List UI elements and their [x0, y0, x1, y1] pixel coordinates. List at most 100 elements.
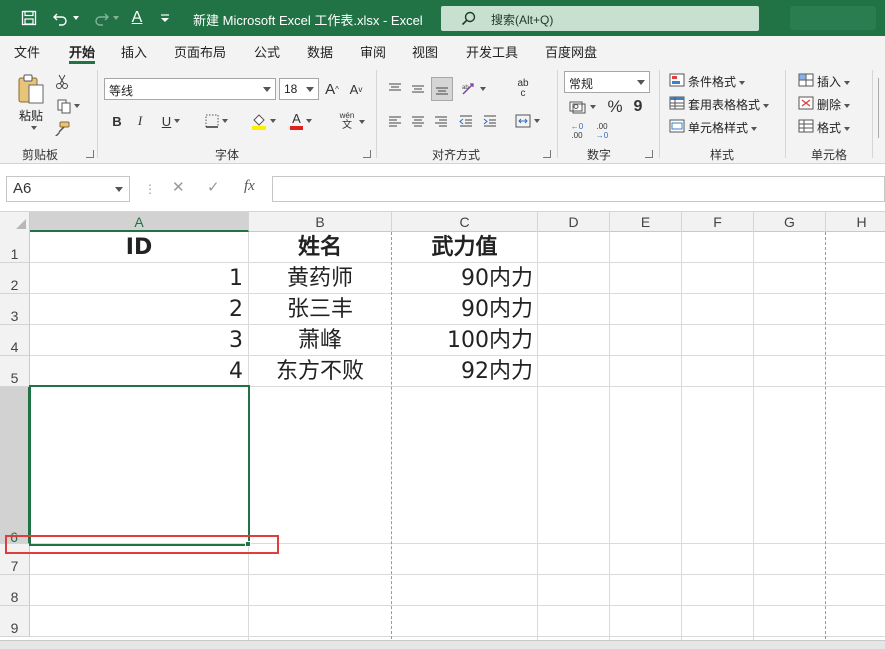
font-launcher-icon[interactable]	[363, 150, 371, 158]
font-color-icon[interactable]: A	[284, 110, 318, 132]
active-cell-selection[interactable]	[29, 385, 250, 546]
cell-b2[interactable]: 黄药师	[249, 263, 391, 294]
cell-c3[interactable]: 90内力	[392, 294, 533, 325]
redo-icon[interactable]	[88, 8, 122, 28]
tab-home[interactable]: 开始	[69, 42, 95, 61]
delete-cells-icon[interactable]	[797, 94, 815, 112]
align-left-icon[interactable]	[385, 110, 405, 132]
cell-c1[interactable]: 武力值	[392, 232, 537, 263]
percent-style-button[interactable]: %	[604, 96, 626, 118]
account-area[interactable]	[790, 6, 876, 30]
cell-c4[interactable]: 100内力	[392, 325, 533, 356]
confirm-edit-icon[interactable]: ✓	[207, 178, 220, 196]
grow-font-icon[interactable]: A ^	[322, 78, 342, 100]
delete-cells-button[interactable]: 删除	[817, 96, 851, 113]
column-header-c[interactable]: C	[392, 212, 538, 232]
cell-a3[interactable]: 2	[30, 294, 243, 325]
bold-button[interactable]: B	[108, 110, 126, 132]
format-as-table-icon[interactable]	[668, 94, 686, 112]
cell-b4[interactable]: 萧峰	[249, 325, 391, 356]
borders-icon[interactable]	[199, 110, 233, 132]
undo-icon[interactable]	[48, 8, 82, 28]
conditional-formatting-button[interactable]: 条件格式	[688, 73, 746, 90]
select-all-corner[interactable]	[0, 212, 30, 232]
fill-color-icon[interactable]	[246, 110, 280, 132]
search-box[interactable]: 搜索(Alt+Q)	[441, 6, 759, 31]
font-size-select[interactable]: 18	[279, 78, 319, 100]
format-painter-icon[interactable]	[52, 119, 72, 139]
wrap-text-icon[interactable]: ab c	[512, 76, 534, 102]
cancel-edit-icon[interactable]: ✕	[172, 178, 185, 196]
tab-view[interactable]: 视图	[412, 42, 438, 61]
cell-b3[interactable]: 张三丰	[249, 294, 391, 325]
alignment-launcher-icon[interactable]	[543, 150, 551, 158]
row-header-3[interactable]: 3	[0, 294, 30, 325]
paste-label[interactable]: 粘贴	[19, 107, 43, 124]
cut-icon[interactable]	[52, 72, 72, 92]
cell-c2[interactable]: 90内力	[392, 263, 533, 294]
decrease-indent-icon[interactable]	[456, 110, 476, 132]
number-launcher-icon[interactable]	[645, 150, 653, 158]
clipboard-launcher-icon[interactable]	[86, 150, 94, 158]
cell-b5[interactable]: 东方不败	[249, 356, 391, 387]
tab-data[interactable]: 数据	[307, 42, 333, 61]
orientation-icon[interactable]: ab	[456, 78, 490, 100]
number-format-select[interactable]: 常规	[564, 71, 650, 93]
tab-file[interactable]: 文件	[14, 42, 40, 61]
align-top-icon[interactable]	[385, 78, 405, 100]
cell-a1[interactable]: ID	[30, 232, 248, 263]
column-header-h[interactable]: H	[826, 212, 885, 232]
accounting-format-icon[interactable]	[565, 96, 599, 118]
column-header-a[interactable]: A	[30, 212, 249, 232]
insert-function-icon[interactable]: fx	[244, 178, 255, 195]
paste-dropdown-icon[interactable]	[31, 126, 37, 130]
paste-icon[interactable]	[14, 72, 48, 106]
row-header-8[interactable]: 8	[0, 575, 30, 606]
phonetic-dropdown-icon[interactable]	[359, 120, 365, 124]
cell-a2[interactable]: 1	[30, 263, 243, 294]
worksheet-grid[interactable]: A B C D E F G H 1 2 3 4 5 6 7 8 9 ID 姓名 …	[0, 212, 885, 649]
cell-a4[interactable]: 3	[30, 325, 243, 356]
align-center-icon[interactable]	[408, 110, 428, 132]
column-header-d[interactable]: D	[538, 212, 610, 232]
save-icon[interactable]	[18, 8, 40, 28]
tab-review[interactable]: 审阅	[360, 42, 386, 61]
align-middle-icon[interactable]	[408, 78, 428, 100]
name-box[interactable]: A6	[6, 176, 130, 202]
underline-button[interactable]: U	[154, 110, 188, 132]
copy-icon[interactable]	[52, 96, 84, 116]
tab-baidu-netdisk[interactable]: 百度网盘	[545, 42, 597, 61]
format-cells-button[interactable]: 格式	[817, 119, 851, 136]
merge-center-icon[interactable]	[510, 110, 544, 132]
font-name-select[interactable]: 等线	[104, 78, 276, 100]
row-header-1[interactable]: 1	[0, 232, 30, 263]
insert-cells-button[interactable]: 插入	[817, 73, 851, 90]
formula-bar-grip-icon[interactable]: ⋮	[144, 182, 156, 196]
customize-quick-access-icon[interactable]	[156, 8, 174, 28]
cell-c5[interactable]: 92内力	[392, 356, 533, 387]
italic-button[interactable]: I	[131, 110, 149, 132]
comma-style-button[interactable]: 9	[630, 96, 646, 118]
column-header-g[interactable]: G	[754, 212, 826, 232]
column-header-f[interactable]: F	[682, 212, 754, 232]
cell-a5[interactable]: 4	[30, 356, 243, 387]
tab-formulas[interactable]: 公式	[254, 42, 280, 61]
tab-insert[interactable]: 插入	[121, 42, 147, 61]
tab-developer[interactable]: 开发工具	[466, 42, 518, 61]
insert-cells-icon[interactable]	[797, 71, 815, 89]
decrease-decimal-button[interactable]: .00 →0	[590, 120, 614, 142]
tab-page-layout[interactable]: 页面布局	[174, 42, 226, 61]
formula-input[interactable]	[272, 176, 885, 202]
sheet-tab-bar[interactable]	[0, 640, 885, 649]
column-header-e[interactable]: E	[610, 212, 682, 232]
increase-decimal-button[interactable]: ←0.00	[565, 120, 589, 142]
row-header-2[interactable]: 2	[0, 263, 30, 294]
shrink-font-icon[interactable]: Av	[346, 78, 366, 100]
format-cells-icon[interactable]	[797, 117, 815, 135]
increase-indent-icon[interactable]	[480, 110, 500, 132]
row-header-5[interactable]: 5	[0, 356, 30, 387]
font-color-quick-icon[interactable]: A	[126, 8, 148, 28]
format-as-table-button[interactable]: 套用表格格式	[688, 96, 770, 113]
row-header-9[interactable]: 9	[0, 606, 30, 637]
conditional-formatting-icon[interactable]	[668, 71, 686, 89]
